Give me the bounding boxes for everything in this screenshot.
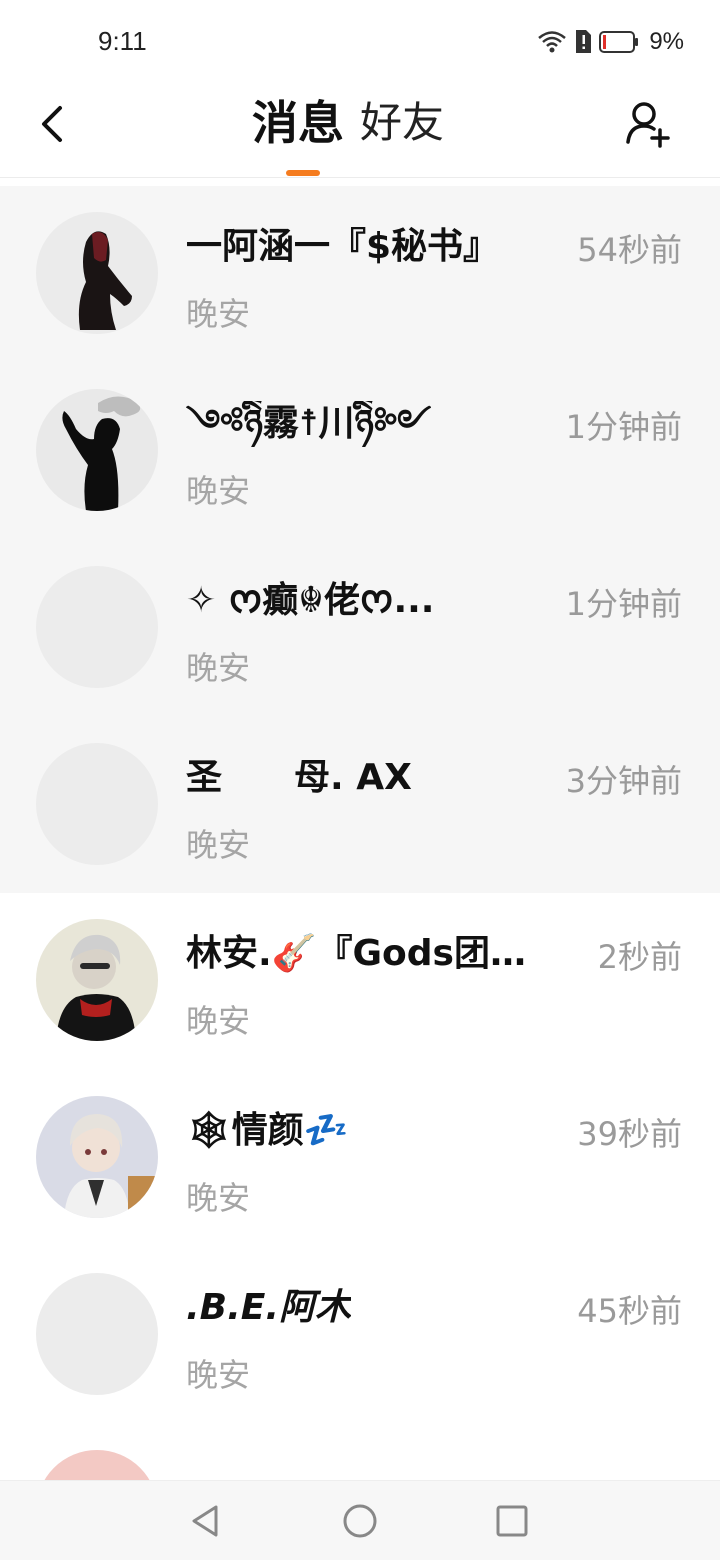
system-nav-bar <box>0 1480 720 1560</box>
message-preview: 晚安 <box>186 649 251 687</box>
message-time: 1分钟前 <box>565 408 682 446</box>
tab-friends[interactable]: 好友 <box>360 90 444 156</box>
status-bar: 9:11 9% <box>0 0 720 84</box>
avatar[interactable] <box>36 566 158 688</box>
tab-bar: 消息 好友 <box>252 90 444 156</box>
conversation-row[interactable]: 林安.🎸『Gods团长』 2秒前 晚安 <box>0 893 720 1070</box>
contact-name: 🕸情颜💤 <box>186 1110 349 1151</box>
conversation-row[interactable]: ༺ཉིཻ霧☨川ཉིཻ༻ 1分钟前 晚安 <box>0 363 720 540</box>
contact-name: ✧ ᰔ癫☬佬ᰔ... <box>186 580 435 621</box>
square-recents-icon[interactable] <box>492 1501 532 1541</box>
sim-alert-icon <box>576 30 592 53</box>
header: 消息 好友 <box>0 84 720 178</box>
message-preview: 晚安 <box>186 472 251 510</box>
avatar[interactable] <box>36 1273 158 1395</box>
contact-name: 一阿涵一『$秘书』 <box>186 226 500 267</box>
status-time: 9:11 <box>98 26 147 56</box>
contact-name: .B.E.阿木 <box>186 1287 352 1328</box>
message-time: 2秒前 <box>597 938 682 976</box>
circle-home-icon[interactable] <box>340 1501 380 1541</box>
tab-active-indicator <box>286 170 320 176</box>
add-friend-icon[interactable] <box>624 98 672 150</box>
avatar[interactable] <box>36 1096 158 1218</box>
chevron-left-icon[interactable] <box>34 102 74 146</box>
avatar[interactable] <box>36 212 158 334</box>
contact-name: ༺ཉིཻ霧☨川ཉིཻ༻ <box>186 403 432 444</box>
conversation-row[interactable]: .B.E.阿木 45秒前 晚安 <box>0 1247 720 1424</box>
triangle-back-icon[interactable] <box>186 1501 226 1541</box>
wifi-icon <box>538 31 567 53</box>
avatar[interactable] <box>36 389 158 511</box>
conversation-row[interactable]: 一阿涵一『$秘书』 54秒前 晚安 <box>0 186 720 363</box>
avatar[interactable] <box>36 743 158 865</box>
tab-messages[interactable]: 消息 <box>252 90 344 156</box>
message-preview: 晚安 <box>186 1179 251 1217</box>
message-preview: 晚安 <box>186 1002 251 1040</box>
battery-percent: 9% <box>649 28 684 55</box>
message-preview: 晚安 <box>186 1356 251 1394</box>
conversation-row[interactable]: 🕸情颜💤 39秒前 晚安 <box>0 1070 720 1247</box>
contact-name: 林安.🎸『Gods团长』 <box>186 933 546 974</box>
avatar[interactable] <box>36 919 158 1041</box>
message-time: 39秒前 <box>577 1115 682 1153</box>
message-preview: 晚安 <box>186 295 251 333</box>
conversation-row[interactable]: ✧ ᰔ癫☬佬ᰔ... 1分钟前 晚安 <box>0 540 720 717</box>
message-time: 45秒前 <box>577 1292 682 1330</box>
contact-name: 圣 母. AX <box>186 757 412 798</box>
message-time: 3分钟前 <box>565 762 682 800</box>
message-preview: 晚安 <box>186 826 251 864</box>
battery-icon <box>599 31 639 53</box>
conversation-row[interactable]: 圣 母. AX 3分钟前 晚安 <box>0 717 720 894</box>
message-time: 54秒前 <box>577 231 682 269</box>
conversation-list: 一阿涵一『$秘书』 54秒前 晚安 ༺ཉིཻ霧☨川ཉིཻ༻ 1分钟前 晚安 ✧ … <box>0 186 720 1560</box>
status-icons: 9% <box>537 28 684 56</box>
message-time: 1分钟前 <box>565 585 682 623</box>
